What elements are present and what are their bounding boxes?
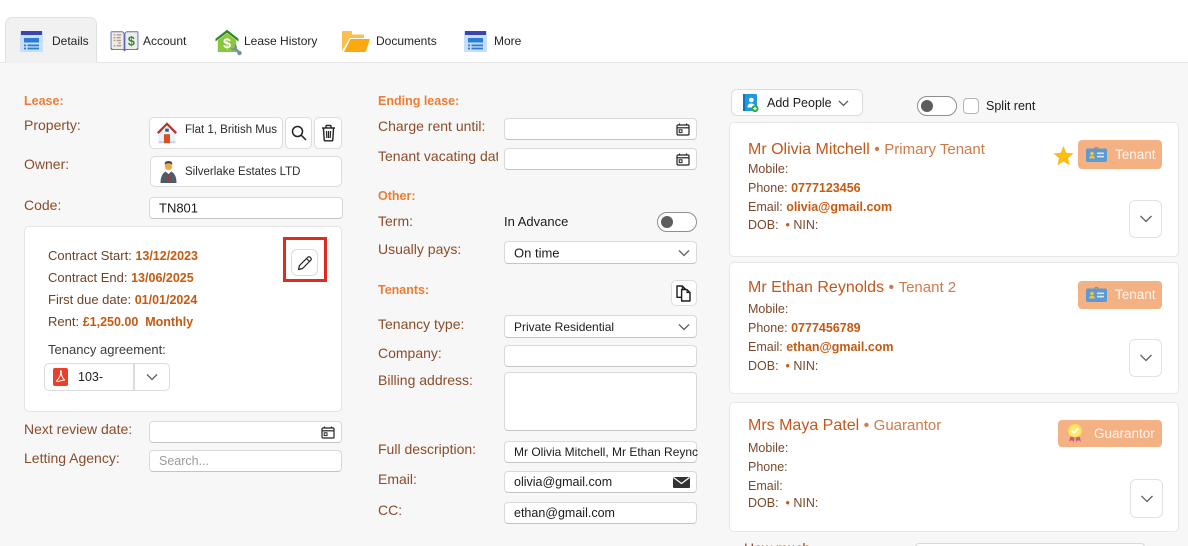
svg-text:$: $ bbox=[223, 35, 231, 51]
svg-text:$: $ bbox=[128, 34, 135, 48]
